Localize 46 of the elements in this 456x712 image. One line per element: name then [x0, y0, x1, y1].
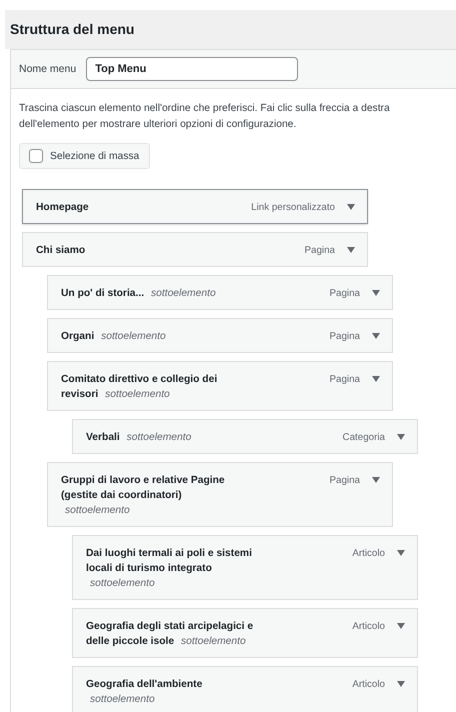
menu-item-label: Dai luoghi termali ai poli e sistemi locali di turismo integrato sottoelemento — [86, 547, 253, 591]
item-type-label: Pagina — [329, 373, 360, 387]
item-type-label: Pagina — [304, 244, 335, 258]
section-title: Struttura del menu — [5, 10, 456, 49]
item-type-label: Articolo — [352, 678, 385, 692]
item-type-label: Link personalizzato — [251, 201, 335, 215]
menu-item-label: Homepage — [36, 201, 90, 215]
menu-item[interactable]: Gruppi di lavoro e relative Pagine (gestite dai coordinatori) sottoelemento Pagina — [47, 462, 393, 527]
item-type-label: Pagina — [329, 330, 360, 344]
menu-item-label: Verbali sottoelemento — [86, 431, 192, 445]
menu-item[interactable]: Geografia degli stati arcipelagici e delle piccole isole sottoelemento Articolo — [72, 608, 418, 658]
caret-icon[interactable] — [397, 681, 405, 687]
menu-item-label: Un po' di storia... sottoelemento — [61, 287, 217, 301]
menu-item-label: Comitato direttivo e collegio dei revisori sottoelemento — [61, 373, 218, 402]
menu-item[interactable]: Geografia dell'ambiente sottoelemento Articolo — [72, 666, 418, 712]
menu-item[interactable]: Comitato direttivo e collegio dei revisori sottoelemento Pagina — [47, 361, 393, 411]
menu-item[interactable]: Chi siamo Pagina — [22, 232, 368, 267]
caret-icon[interactable] — [372, 333, 380, 339]
caret-icon[interactable] — [347, 247, 355, 253]
menu-item[interactable]: Un po' di storia... sottoelemento Pagina — [47, 275, 393, 310]
menu-item[interactable]: Homepage Link personalizzato — [22, 189, 368, 224]
instructions-text: Trascina ciascun elemento nell'ordine che preferisci. Fai clic sulla freccia a destra dell'elemento per mostrare ulteriori opzioni di configurazione. — [19, 102, 391, 132]
caret-icon[interactable] — [372, 376, 380, 382]
menu-name-field[interactable]: Top Menu — [86, 57, 298, 81]
menu-item-label: Geografia dell'ambiente sottoelemento — [86, 678, 204, 707]
menu-item-label: Organi sottoelemento — [61, 330, 167, 344]
caret-icon[interactable] — [372, 290, 380, 296]
checkbox[interactable] — [29, 149, 43, 163]
menu-item[interactable]: Dai luoghi termali ai poli e sistemi locali di turismo integrato sottoelemento Articolo — [72, 535, 418, 600]
menu-item[interactable]: Verbali sottoelemento Categoria — [72, 419, 418, 454]
caret-icon[interactable] — [372, 477, 380, 483]
item-type-label: Articolo — [352, 620, 385, 634]
menu-item-label: Geografia degli stati arcipelagici e delle piccole isole sottoelemento — [86, 620, 254, 649]
menu-item[interactable]: Organi sottoelemento Pagina — [47, 318, 393, 353]
item-type-label: Articolo — [352, 547, 385, 561]
caret-icon[interactable] — [397, 434, 405, 440]
item-type-label: Pagina — [329, 287, 360, 301]
caret-icon[interactable] — [397, 550, 405, 556]
bulk-select-button[interactable]: Selezione di massa — [19, 143, 150, 169]
menu-name-label: Nome menu — [19, 63, 76, 75]
item-type-label: Categoria — [342, 431, 385, 445]
menu-item-label: Chi siamo — [36, 244, 86, 258]
caret-icon[interactable] — [397, 623, 405, 629]
menu-item-label: Gruppi di lavoro e relative Pagine (gestite dai coordinatori) sottoelemento — [61, 474, 226, 518]
caret-icon[interactable] — [347, 204, 355, 210]
item-type-label: Pagina — [329, 474, 360, 488]
